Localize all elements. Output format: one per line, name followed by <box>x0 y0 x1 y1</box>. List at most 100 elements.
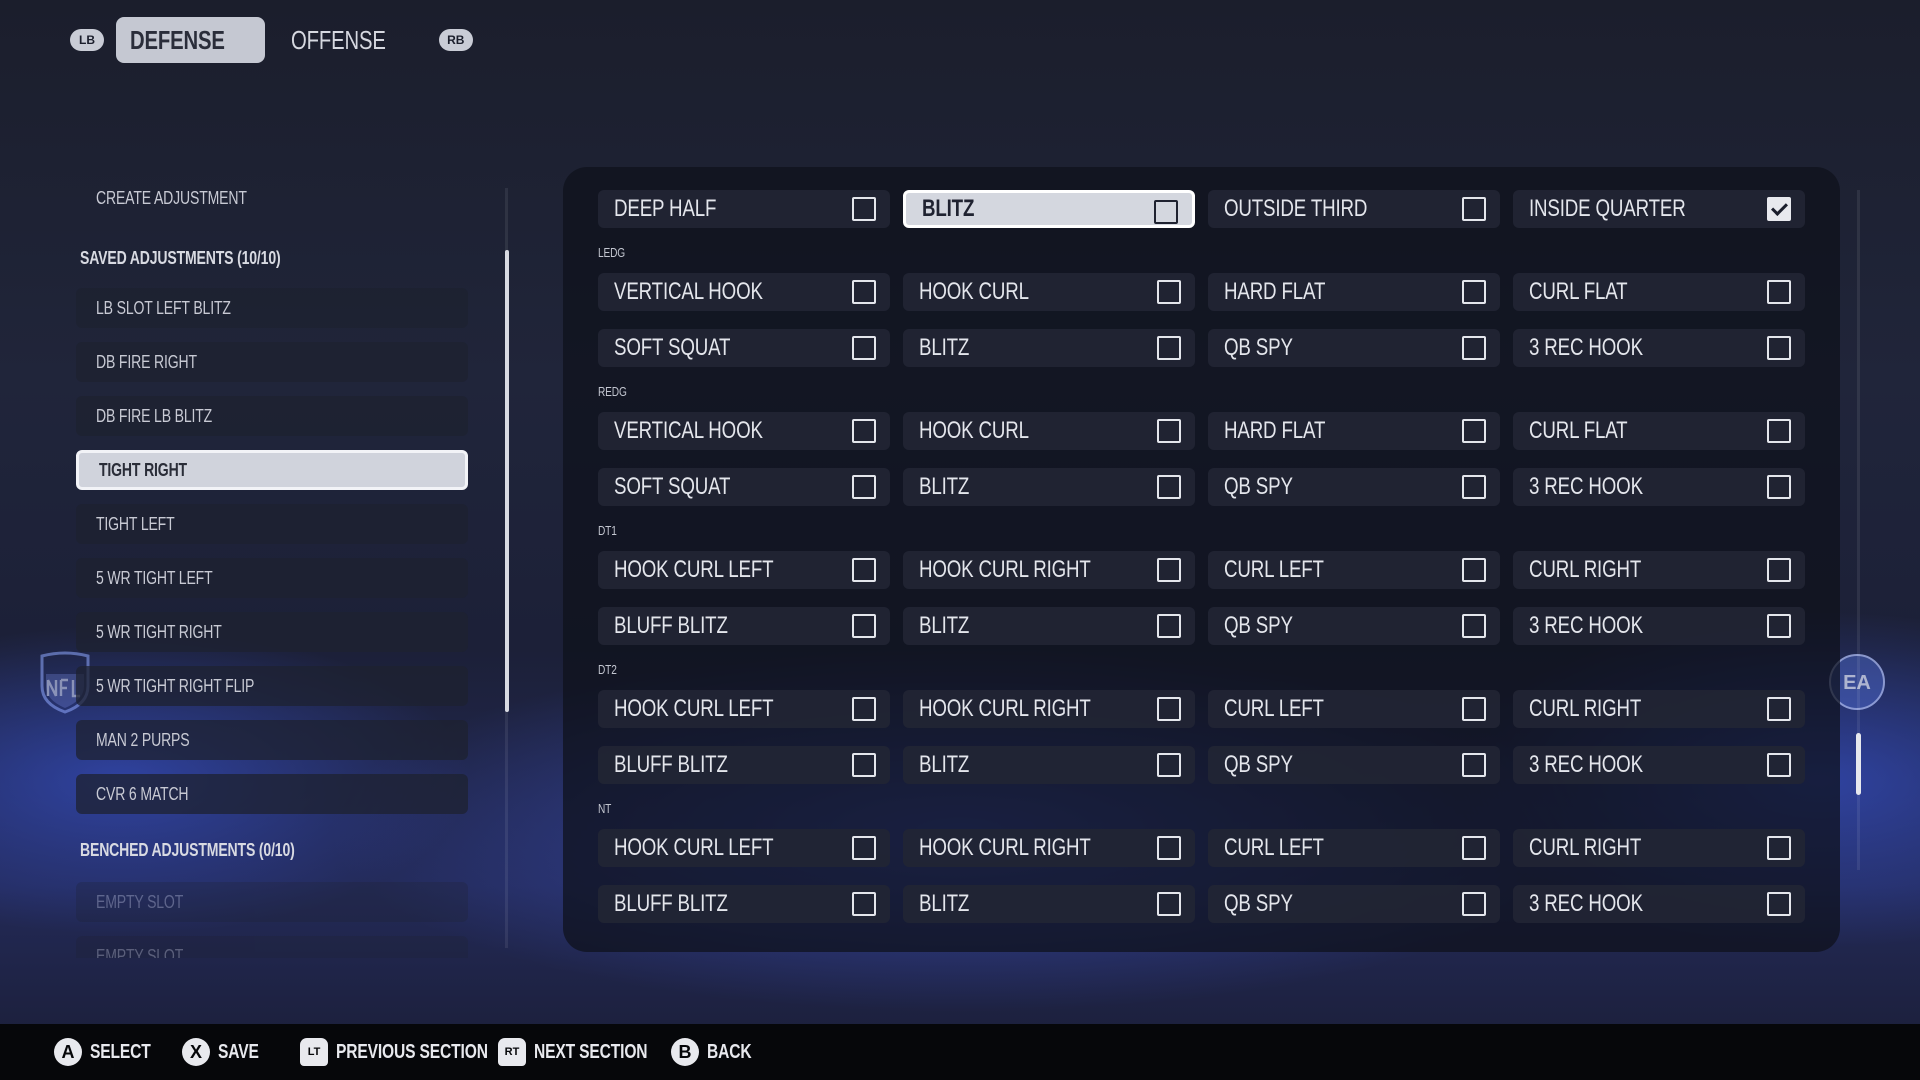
checkbox[interactable] <box>852 892 876 916</box>
empty-slot[interactable]: EMPTY SLOT <box>76 936 468 958</box>
checkbox[interactable] <box>1157 475 1181 499</box>
tab-offense[interactable]: OFFENSE <box>277 17 426 63</box>
assignment-cell[interactable]: HOOK CURL LEFT <box>598 551 890 589</box>
assignment-cell[interactable]: CURL RIGHT <box>1513 551 1805 589</box>
assignment-cell[interactable]: 3 REC HOOK <box>1513 885 1805 923</box>
hint-previous-section[interactable]: LT PREVIOUS SECTION <box>300 1038 488 1066</box>
assignment-cell[interactable]: BLITZ <box>903 329 1195 367</box>
checkbox[interactable] <box>852 419 876 443</box>
assignment-cell[interactable]: BLITZ <box>903 468 1195 506</box>
checkbox[interactable] <box>1767 336 1791 360</box>
assignment-cell[interactable]: SOFT SQUAT <box>598 468 890 506</box>
checkbox[interactable] <box>1462 475 1486 499</box>
checkbox[interactable] <box>1767 475 1791 499</box>
adjustment-item[interactable]: TIGHT LEFT <box>76 504 468 544</box>
assignment-cell[interactable]: HOOK CURL RIGHT <box>903 690 1195 728</box>
adjustment-item[interactable]: 5 WR TIGHT LEFT <box>76 558 468 598</box>
adjustment-item[interactable]: LB SLOT LEFT BLITZ <box>76 288 468 328</box>
rb-bumper-icon[interactable]: RB <box>438 29 473 51</box>
hint-save[interactable]: X SAVE <box>182 1038 278 1066</box>
assignment-cell[interactable]: 3 REC HOOK <box>1513 607 1805 645</box>
assignment-cell[interactable]: CURL LEFT <box>1208 829 1500 867</box>
checkbox[interactable] <box>852 614 876 638</box>
checkbox[interactable] <box>852 836 876 860</box>
list-scrollbar[interactable] <box>505 250 509 712</box>
checkbox[interactable] <box>852 697 876 721</box>
checkbox[interactable] <box>1767 836 1791 860</box>
checkbox[interactable] <box>1157 336 1181 360</box>
assignment-cell[interactable]: HARD FLAT <box>1208 412 1500 450</box>
hint-back[interactable]: B BACK <box>671 1038 767 1066</box>
checkbox[interactable] <box>1462 280 1486 304</box>
checkbox[interactable] <box>1157 753 1181 777</box>
checkbox-checked[interactable] <box>1767 197 1791 221</box>
assignment-cell[interactable]: OUTSIDE THIRD <box>1208 190 1500 228</box>
checkbox[interactable] <box>1767 753 1791 777</box>
checkbox[interactable] <box>1462 892 1486 916</box>
adjustment-item[interactable]: DB FIRE LB BLITZ <box>76 396 468 436</box>
checkbox[interactable] <box>1462 697 1486 721</box>
assignment-cell[interactable]: BLITZ <box>903 746 1195 784</box>
assignment-cell[interactable]: QB SPY <box>1208 607 1500 645</box>
adjustment-item[interactable]: DB FIRE RIGHT <box>76 342 468 382</box>
checkbox[interactable] <box>1767 419 1791 443</box>
checkbox[interactable] <box>1767 697 1791 721</box>
checkbox[interactable] <box>1462 753 1486 777</box>
assignment-cell[interactable]: HARD FLAT <box>1208 273 1500 311</box>
assignment-cell[interactable]: 3 REC HOOK <box>1513 746 1805 784</box>
checkbox[interactable] <box>1157 836 1181 860</box>
assignment-cell[interactable]: BLUFF BLITZ <box>598 746 890 784</box>
assignment-cell[interactable]: HOOK CURL <box>903 412 1195 450</box>
create-adjustment-button[interactable]: CREATE ADJUSTMENT <box>76 178 468 218</box>
adjustment-item[interactable]: 5 WR TIGHT RIGHT <box>76 612 468 652</box>
assignment-cell[interactable]: 3 REC HOOK <box>1513 468 1805 506</box>
assignment-cell[interactable]: QB SPY <box>1208 329 1500 367</box>
assignment-cell[interactable]: CURL LEFT <box>1208 690 1500 728</box>
adjustment-item[interactable]: MAN 2 PURPS <box>76 720 468 760</box>
assignment-cell[interactable]: QB SPY <box>1208 885 1500 923</box>
adjustment-item[interactable]: 5 WR TIGHT RIGHT FLIP <box>76 666 468 706</box>
assignment-cell[interactable]: VERTICAL HOOK <box>598 412 890 450</box>
checkbox[interactable] <box>852 197 876 221</box>
checkbox[interactable] <box>1157 419 1181 443</box>
checkbox[interactable] <box>1462 197 1486 221</box>
assignment-cell[interactable]: HOOK CURL <box>903 273 1195 311</box>
checkbox[interactable] <box>1157 697 1181 721</box>
assignment-cell[interactable]: SOFT SQUAT <box>598 329 890 367</box>
assignment-cell[interactable]: CURL RIGHT <box>1513 690 1805 728</box>
assignment-cell[interactable]: QB SPY <box>1208 468 1500 506</box>
assignment-cell[interactable]: BLITZ <box>903 885 1195 923</box>
assignment-cell[interactable]: CURL LEFT <box>1208 551 1500 589</box>
assignment-cell[interactable]: BLUFF BLITZ <box>598 885 890 923</box>
assignment-cell[interactable]: CURL FLAT <box>1513 273 1805 311</box>
tab-defense[interactable]: DEFENSE <box>116 17 266 63</box>
checkbox[interactable] <box>852 336 876 360</box>
checkbox[interactable] <box>1767 614 1791 638</box>
checkbox[interactable] <box>852 558 876 582</box>
assignment-cell[interactable]: HOOK CURL RIGHT <box>903 829 1195 867</box>
checkbox[interactable] <box>1462 836 1486 860</box>
checkbox[interactable] <box>1767 558 1791 582</box>
assignment-cell[interactable]: BLUFF BLITZ <box>598 607 890 645</box>
assignment-cell[interactable]: DEEP HALF <box>598 190 890 228</box>
checkbox[interactable] <box>852 280 876 304</box>
checkbox[interactable] <box>852 753 876 777</box>
checkbox[interactable] <box>852 475 876 499</box>
assignment-cell[interactable]: BLITZ <box>903 607 1195 645</box>
assignment-cell[interactable]: CURL RIGHT <box>1513 829 1805 867</box>
adjustment-item-selected[interactable]: TIGHT RIGHT <box>76 450 468 490</box>
hint-select[interactable]: A SELECT <box>54 1038 160 1066</box>
lb-bumper-icon[interactable]: LB <box>70 29 104 51</box>
checkbox[interactable] <box>1157 614 1181 638</box>
checkbox[interactable] <box>1462 419 1486 443</box>
empty-slot[interactable]: EMPTY SLOT <box>76 882 468 922</box>
checkbox[interactable] <box>1157 892 1181 916</box>
checkbox[interactable] <box>1462 614 1486 638</box>
assignment-cell[interactable]: CURL FLAT <box>1513 412 1805 450</box>
assignment-cell-selected[interactable]: BLITZ <box>903 190 1195 228</box>
checkbox[interactable] <box>1157 280 1181 304</box>
checkbox[interactable] <box>1154 200 1178 224</box>
adjustment-item[interactable]: CVR 6 MATCH <box>76 774 468 814</box>
checkbox[interactable] <box>1767 280 1791 304</box>
assignment-cell[interactable]: INSIDE QUARTER <box>1513 190 1805 228</box>
